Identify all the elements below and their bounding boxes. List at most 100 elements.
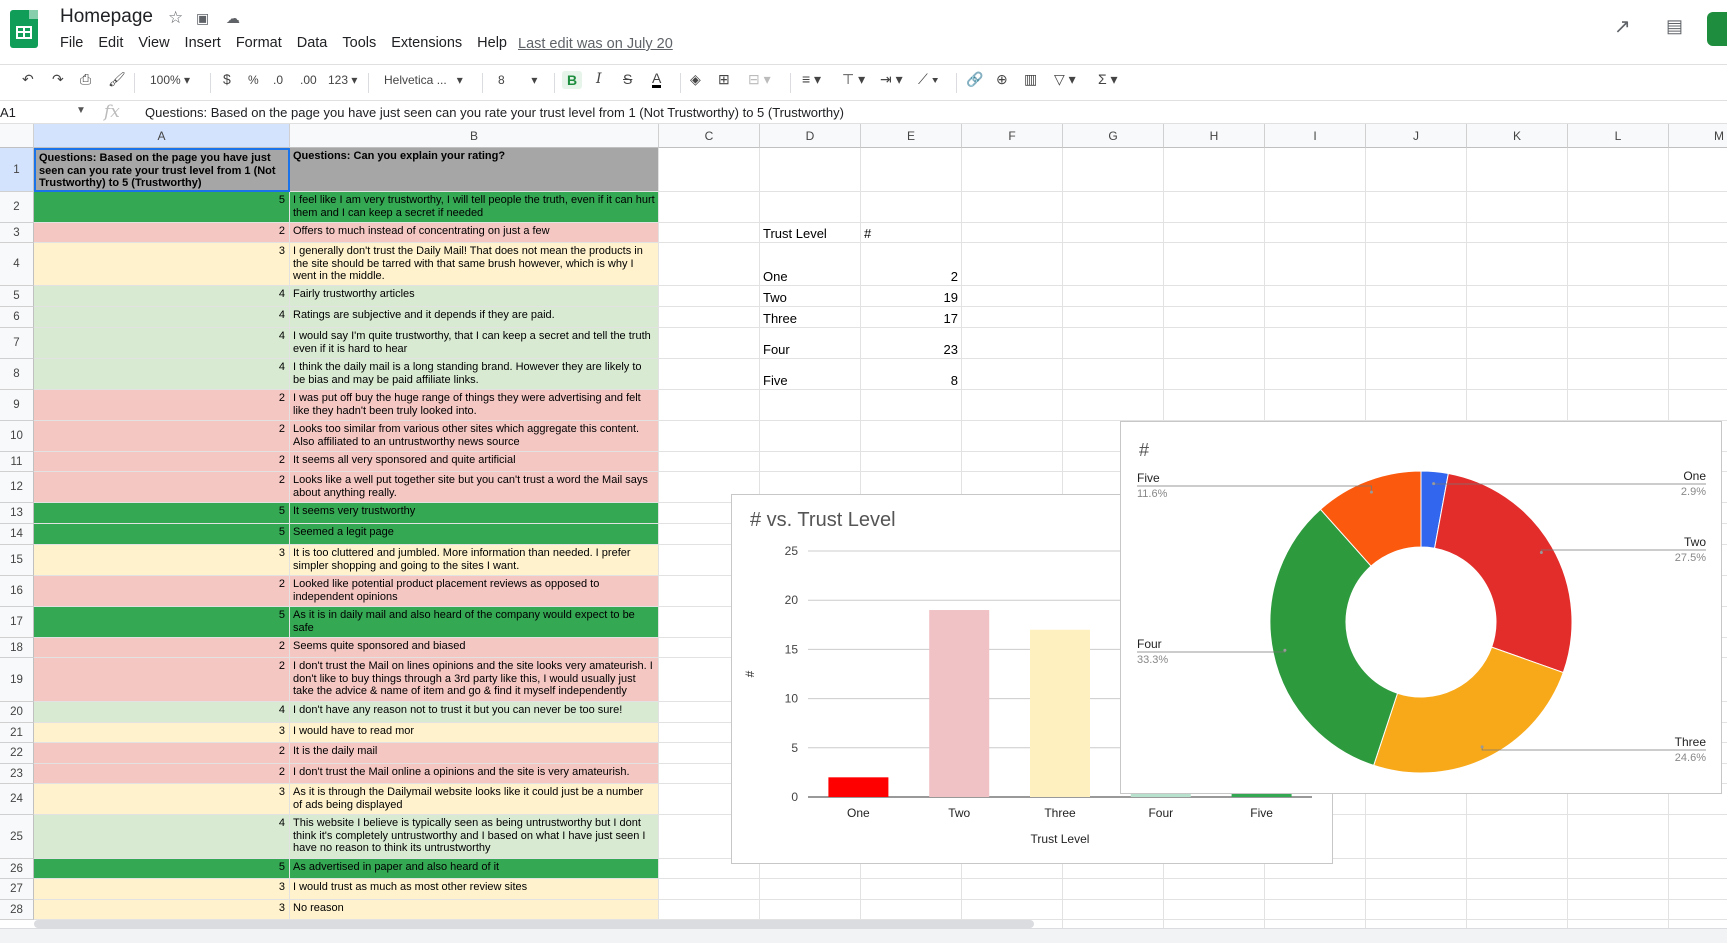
insert-comment-icon[interactable]: ⊕ <box>996 71 1008 88</box>
column-header-i[interactable]: I <box>1265 124 1366 148</box>
row-header[interactable]: 5 <box>0 286 34 307</box>
summary-label[interactable]: Four <box>763 342 790 357</box>
menu-tools[interactable]: Tools <box>342 35 376 51</box>
explanation-cell[interactable]: As it is in daily mail and also heard of… <box>290 607 659 638</box>
row-header[interactable]: 15 <box>0 545 34 576</box>
row-header[interactable]: 19 <box>0 658 34 702</box>
rating-cell[interactable]: 2 <box>34 576 290 607</box>
fill-color-icon[interactable]: ◈ <box>690 71 701 88</box>
redo-icon[interactable]: ↷ <box>52 71 64 88</box>
rating-cell[interactable]: 3 <box>34 545 290 576</box>
explanation-cell[interactable]: Looks too similar from various other sit… <box>290 421 659 452</box>
explanation-cell[interactable]: It is too cluttered and jumbled. More in… <box>290 545 659 576</box>
rating-cell[interactable]: 3 <box>34 243 290 286</box>
star-icon[interactable]: ☆ <box>168 8 183 28</box>
explanation-cell[interactable]: As advertised in paper and also heard of… <box>290 859 659 879</box>
explanation-cell[interactable]: Fairly trustworthy articles <box>290 286 659 307</box>
explanation-cell[interactable]: This website I believe is typically seen… <box>290 815 659 859</box>
activity-trend-icon[interactable]: ↗ <box>1614 14 1631 39</box>
explanation-cell[interactable]: Seemed a legit page <box>290 524 659 545</box>
vertical-align-icon[interactable]: ⊤ ▾ <box>842 71 865 88</box>
explanation-cell[interactable]: I was put off buy the huge range of thin… <box>290 390 659 421</box>
rating-cell[interactable]: 2 <box>34 452 290 472</box>
row-header[interactable]: 23 <box>0 764 34 784</box>
row-header[interactable]: 3 <box>0 223 34 243</box>
horizontal-align-icon[interactable]: ≡ ▾ <box>802 71 821 88</box>
explanation-cell[interactable]: Offers to much instead of concentrating … <box>290 223 659 243</box>
font-size-select[interactable]: 8 ▾ <box>498 73 537 87</box>
explanation-cell[interactable]: Seems quite sponsored and biased <box>290 638 659 658</box>
decrease-decimal-button[interactable]: .0 <box>273 73 283 87</box>
sheets-logo-icon[interactable] <box>10 10 38 48</box>
italic-button[interactable]: I <box>596 71 602 87</box>
row-header[interactable]: 17 <box>0 607 34 638</box>
rating-cell[interactable]: 2 <box>34 390 290 421</box>
explanation-cell[interactable]: I don't trust the Mail on lines opinions… <box>290 658 659 702</box>
column-header-h[interactable]: H <box>1164 124 1265 148</box>
paint-format-icon[interactable]: 🖌 <box>108 71 126 88</box>
undo-icon[interactable]: ↶ <box>22 71 34 88</box>
summary-value[interactable]: 17 <box>861 311 958 326</box>
rating-cell[interactable]: 4 <box>34 328 290 359</box>
explanation-cell[interactable]: I think the daily mail is a long standin… <box>290 359 659 390</box>
horizontal-scrollbar[interactable] <box>34 920 1034 928</box>
row-header[interactable]: 28 <box>0 900 34 920</box>
rating-cell[interactable]: 2 <box>34 638 290 658</box>
rating-cell[interactable]: 5 <box>34 503 290 524</box>
menu-file[interactable]: File <box>60 35 83 51</box>
explanation-cell[interactable]: It seems all very sponsored and quite ar… <box>290 452 659 472</box>
number-format-select[interactable]: 123 ▾ <box>328 73 357 87</box>
rating-cell[interactable]: 2 <box>34 743 290 764</box>
row-header[interactable]: 20 <box>0 702 34 723</box>
row-header[interactable]: 7 <box>0 328 34 359</box>
row-header[interactable]: 11 <box>0 452 34 472</box>
rating-cell[interactable]: 4 <box>34 702 290 723</box>
column-header-f[interactable]: F <box>962 124 1063 148</box>
summary-label[interactable]: Five <box>763 373 788 388</box>
rating-cell[interactable]: 5 <box>34 192 290 223</box>
text-color-button[interactable]: A <box>652 71 662 88</box>
slice-three[interactable] <box>1373 646 1564 774</box>
row-header[interactable]: 25 <box>0 815 34 859</box>
summary-value[interactable]: 8 <box>861 373 958 388</box>
summary-value[interactable]: 2 <box>861 269 958 284</box>
summary-label[interactable]: One <box>763 269 788 284</box>
comments-icon[interactable]: ▤ <box>1666 16 1683 37</box>
summary-label[interactable]: Three <box>763 311 797 326</box>
row-header[interactable]: 2 <box>0 192 34 223</box>
insert-chart-icon[interactable]: ▥ <box>1024 71 1037 88</box>
menu-edit[interactable]: Edit <box>98 35 123 51</box>
summary-value[interactable]: 23 <box>861 342 958 357</box>
rating-cell[interactable]: 4 <box>34 815 290 859</box>
rating-cell[interactable]: 2 <box>34 658 290 702</box>
row-header[interactable]: 16 <box>0 576 34 607</box>
row-header[interactable]: 18 <box>0 638 34 658</box>
explanation-cell[interactable]: It is the daily mail <box>290 743 659 764</box>
rating-cell[interactable]: 3 <box>34 900 290 920</box>
rating-cell[interactable]: 4 <box>34 359 290 390</box>
row-header[interactable]: 26 <box>0 859 34 879</box>
rating-cell[interactable]: 4 <box>34 286 290 307</box>
column-header-l[interactable]: L <box>1568 124 1669 148</box>
explanation-cell[interactable]: Ratings are subjective and it depends if… <box>290 307 659 328</box>
column-header-a[interactable]: A <box>34 124 290 148</box>
summary-header-count[interactable]: # <box>864 226 871 241</box>
move-folder-icon[interactable]: ▣ <box>196 10 209 27</box>
explanation-cell[interactable]: As it is through the Dailymail website l… <box>290 784 659 815</box>
explanation-cell[interactable]: Looks like a well put together site but … <box>290 472 659 503</box>
explanation-cell[interactable]: No reason <box>290 900 659 920</box>
font-family-select[interactable]: Helvetica ... ▾ <box>384 73 463 87</box>
strikethrough-button[interactable]: S <box>623 71 632 87</box>
header-cell-a1[interactable]: Questions: Based on the page you have ju… <box>34 148 290 192</box>
menu-extensions[interactable]: Extensions <box>391 35 462 51</box>
rating-cell[interactable]: 5 <box>34 859 290 879</box>
menu-data[interactable]: Data <box>297 35 328 51</box>
column-header-k[interactable]: K <box>1467 124 1568 148</box>
merge-cells-icon[interactable]: ⊟ ▾ <box>748 71 771 88</box>
explanation-cell[interactable]: I would say I'm quite trustworthy, that … <box>290 328 659 359</box>
row-header[interactable]: 6 <box>0 307 34 328</box>
explanation-cell[interactable]: I would have to read mor <box>290 723 659 743</box>
rating-cell[interactable]: 2 <box>34 421 290 452</box>
row-header[interactable]: 9 <box>0 390 34 421</box>
bar-three[interactable] <box>1030 629 1090 797</box>
